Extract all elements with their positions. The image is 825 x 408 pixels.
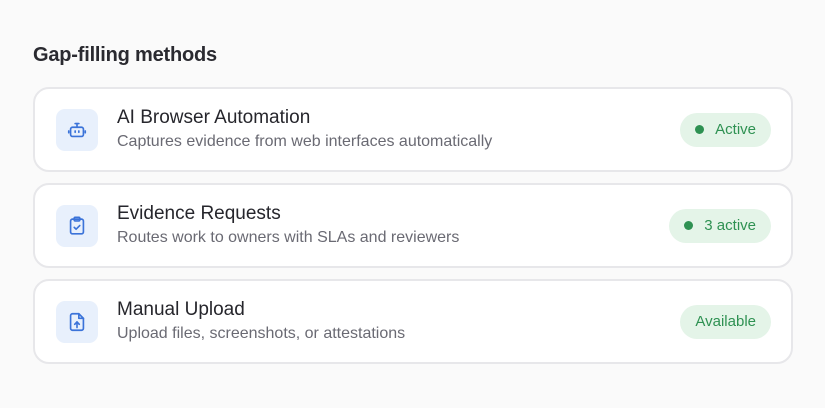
methods-list: AI Browser Automation Captures evidence … bbox=[33, 87, 793, 364]
method-title: AI Browser Automation bbox=[117, 107, 311, 128]
gap-filling-panel: Gap-filling methods AI Browser Automatio… bbox=[0, 0, 825, 408]
status-badge: Active bbox=[680, 112, 771, 147]
method-icon-box bbox=[56, 204, 98, 247]
method-description: Captures evidence from web interfaces au… bbox=[117, 133, 493, 150]
file-upload-icon bbox=[69, 312, 85, 331]
status-badge: 3 active bbox=[669, 208, 771, 243]
status-label: Available bbox=[695, 313, 756, 330]
status-dot bbox=[684, 221, 694, 230]
clipboard-check-icon bbox=[69, 215, 85, 235]
method-icon-box bbox=[56, 300, 98, 343]
method-icon-box bbox=[56, 108, 98, 151]
method-text: Evidence Requests Routes work to owners … bbox=[117, 202, 669, 249]
status-label: Active bbox=[715, 121, 756, 138]
status-badge: Available bbox=[680, 304, 771, 339]
method-text: AI Browser Automation Captures evidence … bbox=[117, 106, 680, 153]
method-card-manual-upload[interactable]: Manual Upload Upload files, screenshots,… bbox=[33, 279, 793, 364]
status-dot bbox=[695, 125, 705, 134]
method-text: Manual Upload Upload files, screenshots,… bbox=[117, 298, 680, 345]
method-card-ai-browser-automation[interactable]: AI Browser Automation Captures evidence … bbox=[33, 87, 793, 172]
method-description: Routes work to owners with SLAs and revi… bbox=[117, 229, 460, 246]
status-label: 3 active bbox=[704, 217, 756, 234]
section-title: Gap-filling methods bbox=[33, 44, 217, 66]
method-description: Upload files, screenshots, or attestatio… bbox=[117, 325, 406, 342]
method-card-evidence-requests[interactable]: Evidence Requests Routes work to owners … bbox=[33, 183, 793, 268]
robot-icon bbox=[67, 122, 87, 137]
method-title: Manual Upload bbox=[117, 299, 245, 320]
method-title: Evidence Requests bbox=[117, 203, 281, 224]
